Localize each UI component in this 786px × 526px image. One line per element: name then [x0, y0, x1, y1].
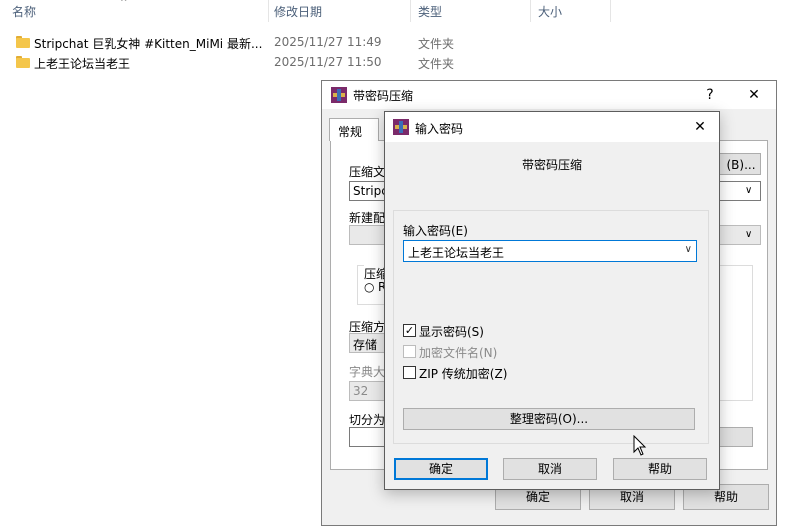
file-row[interactable]: 上老王论坛当老王 2025/11/27 11:50 文件夹: [0, 53, 470, 73]
column-separator[interactable]: [610, 0, 611, 22]
password-combo[interactable]: 上老王论坛当老王 ∨: [403, 240, 697, 262]
cancel-button[interactable]: 取消: [503, 458, 597, 480]
chevron-down-icon[interactable]: ∨: [745, 185, 752, 196]
checkbox-label: 显示密码(S): [419, 325, 484, 339]
ok-button-label: 确定: [428, 462, 453, 476]
chevron-down-icon[interactable]: ∨: [745, 229, 752, 240]
help-icon[interactable]: ?: [699, 84, 721, 106]
column-separator[interactable]: [530, 0, 531, 22]
organize-passwords-button[interactable]: 整理密码(O)...: [403, 408, 695, 430]
column-separator[interactable]: [410, 0, 411, 22]
file-list-header: ^ 名称 修改日期 类型 大小: [0, 0, 786, 22]
ok-button[interactable]: 确定: [394, 458, 488, 480]
checkbox-label: 加密文件名(N): [419, 346, 498, 360]
file-name: 上老王论坛当老王: [34, 57, 131, 71]
folder-icon: [16, 56, 30, 68]
column-header-size[interactable]: 大小: [538, 3, 562, 20]
checkbox-checked-icon[interactable]: ✓: [403, 324, 416, 337]
sort-caret-icon: ^: [120, 0, 128, 8]
file-type: 文件夹: [418, 37, 455, 51]
split-volume-label: 切分为: [349, 413, 386, 427]
file-type: 文件夹: [418, 57, 455, 71]
checkbox-icon[interactable]: [403, 345, 416, 358]
password-value: 上老王论坛当老王: [408, 246, 505, 260]
close-icon[interactable]: ✕: [743, 84, 765, 106]
checkbox-icon[interactable]: [403, 366, 416, 379]
column-header-name[interactable]: 名称: [12, 3, 36, 20]
column-header-type[interactable]: 类型: [418, 3, 442, 20]
file-date: 2025/11/27 11:49: [274, 35, 382, 49]
dialog-title: 输入密码: [415, 122, 464, 136]
dialog-titlebar[interactable]: 输入密码 ✕: [385, 112, 719, 142]
archive-name-label: 压缩文: [349, 165, 386, 179]
dialog-title: 带密码压缩: [353, 89, 414, 103]
chevron-down-icon[interactable]: ∨: [685, 244, 692, 255]
help-button-label: 帮助: [647, 462, 672, 476]
column-header-date[interactable]: 修改日期: [274, 3, 322, 20]
password-label: 输入密码(E): [403, 224, 468, 238]
checkbox-label: ZIP 传统加密(Z): [419, 367, 508, 381]
help-button[interactable]: 帮助: [613, 458, 707, 480]
column-separator[interactable]: [268, 0, 269, 22]
winrar-icon: [393, 119, 409, 135]
radio-icon[interactable]: ○: [364, 280, 374, 294]
method-value: 存储: [353, 338, 378, 352]
enter-password-dialog: 输入密码 ✕ 带密码压缩 输入密码(E) 上老王论坛当老王 ∨ ✓ 显示密码(S…: [384, 111, 720, 490]
dialog-titlebar[interactable]: 带密码压缩 ? ✕: [322, 81, 776, 109]
file-date: 2025/11/27 11:50: [274, 55, 382, 69]
cancel-button-label: 取消: [619, 490, 644, 504]
tab-general[interactable]: 常规: [329, 118, 379, 141]
dict-size-value: 32: [353, 384, 369, 398]
organize-passwords-label: 整理密码(O)...: [509, 412, 589, 426]
ok-button-label: 确定: [525, 490, 550, 504]
dict-size-label: 字典大: [349, 365, 386, 379]
tab-general-label: 常规: [338, 125, 363, 139]
folder-icon: [16, 36, 30, 48]
close-icon[interactable]: ✕: [689, 116, 711, 138]
cancel-button-label: 取消: [537, 462, 562, 476]
dialog-subtitle: 带密码压缩: [521, 158, 582, 172]
mouse-cursor-icon: [633, 435, 647, 456]
file-name: Stripchat 巨乳女神 #Kitten_MiMi 最新...: [34, 37, 263, 51]
help-button-label: 帮助: [713, 490, 738, 504]
file-row[interactable]: Stripchat 巨乳女神 #Kitten_MiMi 最新... 2025/1…: [0, 33, 470, 53]
browse-button-label: (B)...: [726, 158, 756, 172]
winrar-icon: [331, 87, 347, 103]
new-profile-label: 新建配: [349, 211, 386, 225]
